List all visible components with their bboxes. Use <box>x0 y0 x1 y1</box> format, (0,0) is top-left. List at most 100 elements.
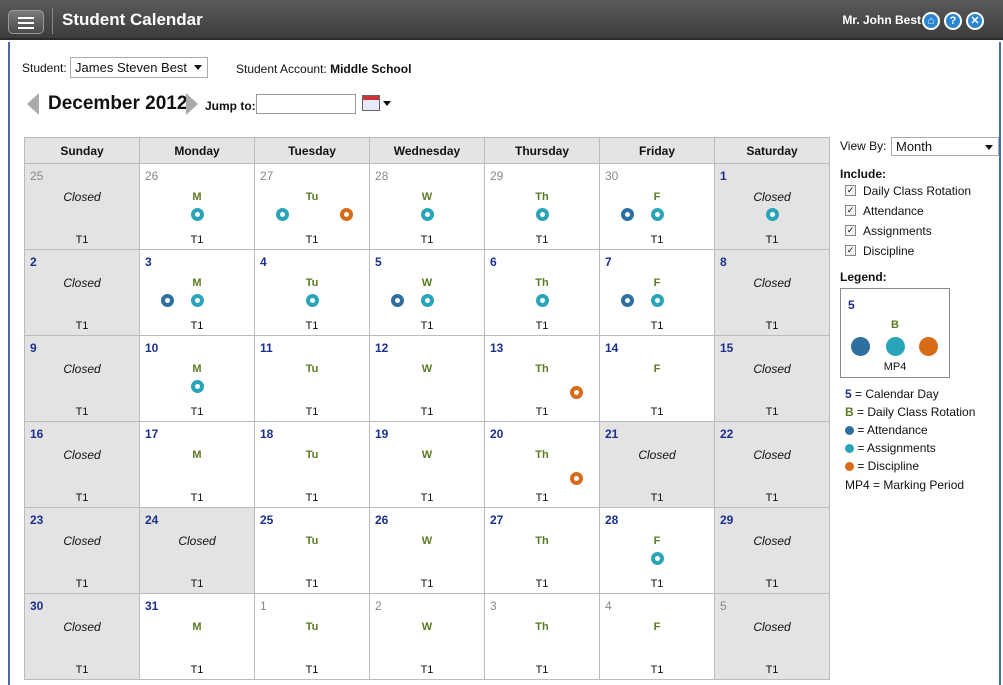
assignment-icon[interactable] <box>536 294 549 307</box>
day-number: 26 <box>375 513 389 527</box>
calendar-day-cell[interactable]: 2 Closed T1 <box>24 249 140 336</box>
calendar-day-cell[interactable]: 1 Closed T1 <box>714 163 830 250</box>
day-number: 22 <box>720 427 734 441</box>
discipline-icon[interactable] <box>570 386 584 399</box>
calendar-day-cell[interactable]: 4 F T1 <box>599 593 715 680</box>
calendar-week-row: 23 Closed T1 24 Closed T1 25 Tu T1 26 W T1 27 Th T1 28 F… <box>24 507 830 594</box>
calendar-day-cell[interactable]: 26 M T1 <box>139 163 255 250</box>
calendar-day-cell[interactable]: 30 Closed T1 <box>24 593 140 680</box>
calendar-day-cell[interactable]: 29 Closed T1 <box>714 507 830 594</box>
assignment-icon[interactable] <box>651 552 664 565</box>
calendar-day-cell[interactable]: 6 Th T1 <box>484 249 600 336</box>
include-rotation-checkbox[interactable]: ✓ <box>845 185 856 196</box>
calendar-day-cell[interactable]: 11 Tu T1 <box>254 335 370 422</box>
marking-period-label: T1 <box>75 578 89 590</box>
calendar-day-cell[interactable]: 25 Tu T1 <box>254 507 370 594</box>
calendar-day-cell[interactable]: 12 W T1 <box>369 335 485 422</box>
calendar-day-cell[interactable]: 7 F T1 <box>599 249 715 336</box>
include-discipline-label: Discipline <box>863 244 915 258</box>
assignment-icon[interactable] <box>191 208 204 221</box>
prev-month-arrow[interactable] <box>27 93 39 115</box>
assignment-icon[interactable] <box>421 294 434 307</box>
calendar-day-cell[interactable]: 15 Closed T1 <box>714 335 830 422</box>
calendar-picker-caret[interactable] <box>383 101 391 106</box>
calendar-day-cell[interactable]: 2 W T1 <box>369 593 485 680</box>
calendar-day-cell[interactable]: 14 F T1 <box>599 335 715 422</box>
include-discipline-checkbox[interactable]: ✓ <box>845 245 856 256</box>
day-number: 10 <box>145 341 159 355</box>
rotation-label: M <box>192 621 202 633</box>
calendar-day-cell[interactable]: 1 Tu T1 <box>254 593 370 680</box>
day-number: 24 <box>145 513 159 527</box>
discipline-icon[interactable] <box>340 208 354 221</box>
calendar-day-cell[interactable]: 31 M T1 <box>139 593 255 680</box>
calendar-day-cell[interactable]: 10 M T1 <box>139 335 255 422</box>
jump-to-input[interactable] <box>256 94 356 114</box>
attendance-icon[interactable] <box>391 294 405 307</box>
assignment-icon[interactable] <box>191 380 204 393</box>
marking-period-label: T1 <box>190 578 204 590</box>
calendar-day-cell[interactable]: 3 M T1 <box>139 249 255 336</box>
calendar-day-cell[interactable]: 21 Closed T1 <box>599 421 715 508</box>
assignment-icon[interactable] <box>651 208 664 221</box>
calendar-day-cell[interactable]: 9 Closed T1 <box>24 335 140 422</box>
calendar-day-cell[interactable]: 30 F T1 <box>599 163 715 250</box>
calendar-day-cell[interactable]: 20 Th T1 <box>484 421 600 508</box>
calendar-day-cell[interactable]: 28 W T1 <box>369 163 485 250</box>
calendar-day-cell[interactable]: 28 F T1 <box>599 507 715 594</box>
calendar-day-cell[interactable]: 27 Tu T1 <box>254 163 370 250</box>
marking-period-label: T1 <box>650 664 664 676</box>
closed-label: Closed <box>178 534 216 548</box>
day-number: 2 <box>30 255 37 269</box>
calendar-day-cell[interactable]: 23 Closed T1 <box>24 507 140 594</box>
calendar-day-cell[interactable]: 17 M T1 <box>139 421 255 508</box>
calendar-day-cell[interactable]: 16 Closed T1 <box>24 421 140 508</box>
legend-item-discipline: = Discipline <box>845 459 919 473</box>
attendance-icon[interactable] <box>621 208 635 221</box>
calendar-day-cell[interactable]: 19 W T1 <box>369 421 485 508</box>
calendar-picker-icon[interactable] <box>362 95 380 111</box>
calendar-day-cell[interactable]: 27 Th T1 <box>484 507 600 594</box>
assignment-icon[interactable] <box>306 294 319 307</box>
marking-period-label: T1 <box>305 406 319 418</box>
calendar-day-cell[interactable]: 3 Th T1 <box>484 593 600 680</box>
day-number: 11 <box>260 341 273 355</box>
chevron-down-icon <box>985 145 993 150</box>
home-icon[interactable]: ⌂ <box>922 12 940 30</box>
student-select[interactable]: James Steven Best <box>70 57 209 78</box>
close-icon[interactable]: ✕ <box>966 12 984 30</box>
assignment-icon[interactable] <box>276 208 290 221</box>
next-month-arrow[interactable] <box>186 93 198 115</box>
calendar-day-cell[interactable]: 26 W T1 <box>369 507 485 594</box>
calendar-day-cell[interactable]: 24 Closed T1 <box>139 507 255 594</box>
account-value: Middle School <box>330 62 412 76</box>
assignment-icon[interactable] <box>766 208 779 221</box>
calendar-day-cell[interactable]: 29 Th T1 <box>484 163 600 250</box>
rotation-label: Th <box>535 449 549 461</box>
page-title: Student Calendar <box>62 10 203 29</box>
include-assignments-checkbox[interactable]: ✓ <box>845 225 856 236</box>
assignment-icon[interactable] <box>536 208 549 221</box>
discipline-icon[interactable] <box>570 472 584 485</box>
calendar-week-row: 2 Closed T1 3 M T1 4 Tu T1 5 W T1 6 Th T1 7 F T1 8 Closed T1 <box>24 249 830 336</box>
calendar-day-cell[interactable]: 25 Closed T1 <box>24 163 140 250</box>
include-attendance-checkbox[interactable]: ✓ <box>845 205 856 216</box>
marking-period-label: T1 <box>420 320 434 332</box>
rotation-label: W <box>421 449 433 461</box>
calendar-day-cell[interactable]: 18 Tu T1 <box>254 421 370 508</box>
calendar-day-cell[interactable]: 13 Th T1 <box>484 335 600 422</box>
assignment-icon[interactable] <box>651 294 664 307</box>
menu-button[interactable] <box>8 10 44 34</box>
calendar-day-cell[interactable]: 5 W T1 <box>369 249 485 336</box>
calendar-day-cell[interactable]: 22 Closed T1 <box>714 421 830 508</box>
help-icon[interactable]: ? <box>944 12 962 30</box>
attendance-icon[interactable] <box>161 294 175 307</box>
calendar-day-cell[interactable]: 8 Closed T1 <box>714 249 830 336</box>
attendance-dot-icon <box>845 426 854 435</box>
attendance-icon[interactable] <box>621 294 635 307</box>
assignment-icon[interactable] <box>421 208 434 221</box>
calendar-day-cell[interactable]: 4 Tu T1 <box>254 249 370 336</box>
view-by-select[interactable]: Month <box>891 137 999 156</box>
calendar-day-cell[interactable]: 5 Closed T1 <box>714 593 830 680</box>
assignment-icon[interactable] <box>191 294 204 307</box>
